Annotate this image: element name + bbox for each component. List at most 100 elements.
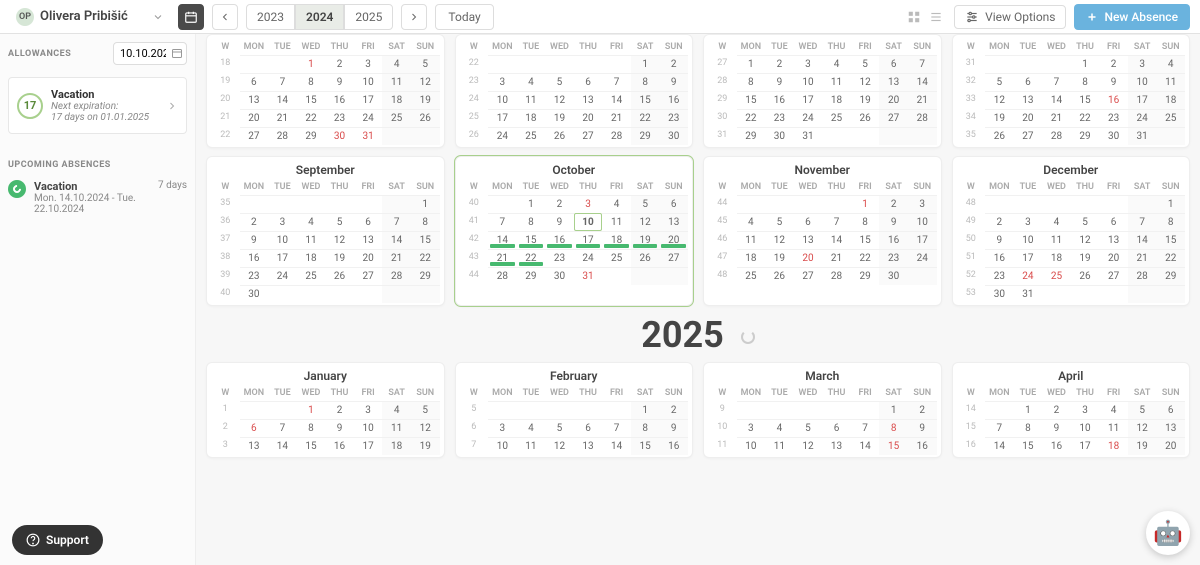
day-cell[interactable]: 21 xyxy=(268,109,297,127)
day-cell[interactable]: 1 xyxy=(297,55,326,73)
day-cell[interactable]: 16 xyxy=(985,249,1014,267)
day-cell[interactable]: 31 xyxy=(574,267,603,285)
day-cell[interactable]: 9 xyxy=(325,419,354,437)
day-cell[interactable]: 25 xyxy=(822,109,851,127)
day-cell[interactable]: 15 xyxy=(1014,437,1043,455)
day-cell[interactable]: 7 xyxy=(602,73,631,91)
day-cell[interactable]: 9 xyxy=(879,213,908,231)
day-cell[interactable]: 18 xyxy=(822,91,851,109)
day-cell[interactable]: 14 xyxy=(488,231,517,249)
day-cell[interactable]: 16 xyxy=(325,437,354,455)
day-cell[interactable]: 6 xyxy=(1156,401,1185,419)
day-cell[interactable]: 18 xyxy=(1042,249,1071,267)
day-cell[interactable]: 8 xyxy=(517,213,546,231)
day-cell[interactable]: 6 xyxy=(574,419,603,437)
day-cell[interactable]: 29 xyxy=(297,127,326,145)
day-cell[interactable]: 12 xyxy=(851,73,880,91)
day-cell[interactable]: 12 xyxy=(765,231,794,249)
day-cell[interactable]: 15 xyxy=(517,231,546,249)
day-cell[interactable]: 19 xyxy=(1128,437,1157,455)
day-cell[interactable]: 23 xyxy=(985,267,1014,285)
day-cell[interactable]: 5 xyxy=(545,419,574,437)
day-cell[interactable]: 5 xyxy=(765,213,794,231)
day-cell[interactable]: 11 xyxy=(517,91,546,109)
day-cell[interactable]: 14 xyxy=(268,437,297,455)
day-cell[interactable]: 5 xyxy=(411,55,440,73)
day-cell[interactable]: 8 xyxy=(631,73,660,91)
day-cell[interactable]: 19 xyxy=(545,109,574,127)
day-cell[interactable]: 2 xyxy=(879,195,908,213)
day-cell[interactable]: 24 xyxy=(354,109,383,127)
day-cell[interactable]: 3 xyxy=(1128,55,1157,73)
day-cell[interactable]: 26 xyxy=(631,249,660,267)
day-cell[interactable]: 28 xyxy=(908,109,937,127)
day-cell[interactable]: 26 xyxy=(765,267,794,285)
day-cell[interactable]: 2 xyxy=(1099,55,1128,73)
day-cell[interactable]: 13 xyxy=(574,91,603,109)
day-cell[interactable]: 31 xyxy=(794,127,823,145)
day-cell[interactable]: 21 xyxy=(602,109,631,127)
day-cell[interactable]: 15 xyxy=(1156,231,1185,249)
day-cell[interactable]: 5 xyxy=(851,55,880,73)
day-cell[interactable]: 2 xyxy=(1042,401,1071,419)
day-cell[interactable]: 20 xyxy=(1099,249,1128,267)
day-cell[interactable]: 17 xyxy=(268,249,297,267)
day-cell[interactable]: 26 xyxy=(545,127,574,145)
day-cell[interactable]: 4 xyxy=(1156,55,1185,73)
day-cell[interactable]: 28 xyxy=(488,267,517,285)
day-cell[interactable]: 10 xyxy=(574,213,603,231)
day-cell[interactable]: 2 xyxy=(240,213,269,231)
day-cell[interactable]: 24 xyxy=(1014,267,1043,285)
day-cell[interactable]: 7 xyxy=(1128,213,1157,231)
day-cell[interactable]: 21 xyxy=(488,249,517,267)
day-cell[interactable]: 18 xyxy=(382,437,411,455)
day-cell[interactable]: 4 xyxy=(737,213,766,231)
day-cell[interactable]: 13 xyxy=(822,437,851,455)
day-cell[interactable]: 19 xyxy=(765,249,794,267)
day-cell[interactable]: 14 xyxy=(382,231,411,249)
day-cell[interactable]: 3 xyxy=(1014,213,1043,231)
day-cell[interactable]: 3 xyxy=(354,401,383,419)
day-cell[interactable]: 4 xyxy=(382,401,411,419)
day-cell[interactable]: 1 xyxy=(631,401,660,419)
day-cell[interactable]: 9 xyxy=(1099,73,1128,91)
day-cell[interactable]: 25 xyxy=(297,267,326,285)
day-cell[interactable]: 19 xyxy=(985,109,1014,127)
day-cell[interactable]: 27 xyxy=(794,267,823,285)
day-cell[interactable]: 5 xyxy=(794,419,823,437)
day-cell[interactable]: 11 xyxy=(602,213,631,231)
day-cell[interactable]: 22 xyxy=(631,109,660,127)
day-cell[interactable]: 9 xyxy=(240,231,269,249)
day-cell[interactable]: 23 xyxy=(545,249,574,267)
day-cell[interactable]: 12 xyxy=(411,73,440,91)
day-cell[interactable]: 9 xyxy=(1042,419,1071,437)
day-cell[interactable]: 6 xyxy=(240,73,269,91)
day-cell[interactable]: 25 xyxy=(1156,109,1185,127)
day-cell[interactable]: 8 xyxy=(851,213,880,231)
day-cell[interactable]: 30 xyxy=(879,267,908,285)
year-2024[interactable]: 2024 xyxy=(295,4,344,30)
day-cell[interactable]: 10 xyxy=(737,437,766,455)
day-cell[interactable]: 28 xyxy=(382,267,411,285)
day-cell[interactable]: 25 xyxy=(517,127,546,145)
day-cell[interactable]: 16 xyxy=(1099,91,1128,109)
day-cell[interactable]: 16 xyxy=(1042,437,1071,455)
day-cell[interactable]: 11 xyxy=(765,437,794,455)
day-cell[interactable]: 23 xyxy=(659,109,688,127)
day-cell[interactable]: 15 xyxy=(737,91,766,109)
day-cell[interactable]: 17 xyxy=(574,231,603,249)
day-cell[interactable]: 22 xyxy=(297,109,326,127)
day-cell[interactable]: 16 xyxy=(908,437,937,455)
day-cell[interactable]: 2 xyxy=(985,213,1014,231)
day-cell[interactable]: 16 xyxy=(659,91,688,109)
day-cell[interactable]: 20 xyxy=(574,109,603,127)
grid-view-icon[interactable] xyxy=(904,7,924,27)
day-cell[interactable]: 1 xyxy=(631,55,660,73)
day-cell[interactable]: 30 xyxy=(659,127,688,145)
day-cell[interactable]: 6 xyxy=(879,55,908,73)
day-cell[interactable]: 26 xyxy=(851,109,880,127)
day-cell[interactable]: 19 xyxy=(325,249,354,267)
day-cell[interactable]: 19 xyxy=(411,91,440,109)
day-cell[interactable]: 9 xyxy=(659,73,688,91)
day-cell[interactable]: 20 xyxy=(659,231,688,249)
